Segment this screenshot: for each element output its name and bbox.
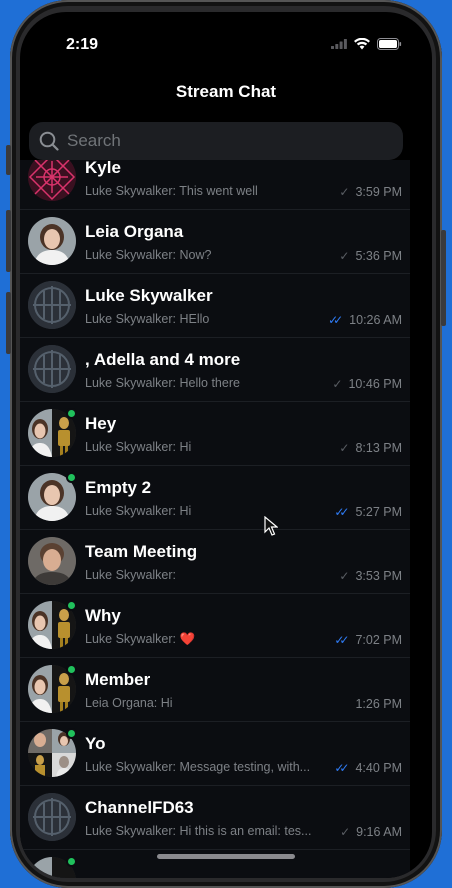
double-check-icon: ✓✓ [328,313,343,327]
leia-avatar [28,217,76,265]
channel-time: 10:26 AM [349,313,402,327]
single-check-icon: ✓ [339,441,350,455]
online-indicator [66,856,77,867]
channel-row-yo[interactable]: Yo Luke Skywalker: Message testing, with… [20,722,410,786]
channel-time: 3:59 PM [355,185,402,199]
channel-time: 5:27 PM [355,505,402,519]
channel-time: 8:13 PM [355,441,402,455]
channel-name: Kyle [85,160,121,177]
volume-down-button [6,292,11,354]
channel-list[interactable]: Kyle Luke Skywalker: This went well ✓ 3:… [20,160,410,878]
channel-preview: Leia Organa: Hi [85,696,173,710]
cellular-icon [331,39,347,49]
online-indicator [66,408,77,419]
channel-preview: Luke Skywalker: ❤️ [85,632,196,646]
channel-row-adella[interactable]: , Adella and 4 more Luke Skywalker: Hell… [20,338,410,402]
channel-name: ChannelFD63 [85,798,194,817]
home-indicator[interactable] [157,854,295,859]
channel-row-kyle[interactable]: Kyle Luke Skywalker: This went well ✓ 3:… [20,160,410,210]
wifi-icon [354,38,370,50]
channel-name: Luke Skywalker [85,286,213,305]
channel-meta: ✓ 10:46 PM [332,377,402,391]
channel-name: Why [85,606,121,625]
channel-time: 7:02 PM [355,633,402,647]
channel-name: Member [85,670,151,689]
channel-preview: Luke Skywalker: Now? [85,248,212,262]
search-icon [39,131,59,151]
single-check-icon: ✓ [339,185,350,199]
search-bar[interactable]: Search [29,122,403,160]
single-check-icon: ✓ [339,249,350,263]
han-avatar [28,537,76,585]
channel-row-channelfd63[interactable]: ChannelFD63 Luke Skywalker: Hi this is a… [20,786,410,850]
channel-time: 5:36 PM [355,249,402,263]
channel-name: Team Meeting [85,542,198,561]
double-check-icon: ✓✓ [334,633,349,647]
channel-meta: 1:26 PM [355,697,402,711]
single-check-icon: ✓ [332,377,343,391]
status-icons [331,38,402,50]
power-button [441,230,446,326]
channel-preview: Luke Skywalker: [85,568,177,582]
mute-switch [6,145,11,175]
channel-row-luke-skywalker[interactable]: Luke Skywalker Luke Skywalker: HEllo ✓✓ … [20,274,410,338]
pattern-avatar [28,160,76,201]
channel-row-leia-organa[interactable]: Leia Organa Luke Skywalker: Now? ✓ 5:36 … [20,210,410,274]
channel-preview: Luke Skywalker: Hi [85,440,192,454]
status-time: 2:19 [66,36,99,53]
channel-name: Hey [85,414,117,433]
channel-meta: ✓✓ 4:40 PM [334,761,402,775]
channel-preview: Luke Skywalker: Hi [85,504,192,518]
channel-row-team-meeting[interactable]: Team Meeting Luke Skywalker: ✓ 3:53 PM [20,530,410,594]
online-indicator [66,728,77,739]
channel-meta: ✓ 3:53 PM [339,569,402,583]
emblem-avatar [28,281,76,329]
mouse-cursor-icon [264,516,278,536]
channel-row-empty-2[interactable]: Empty 2 Luke Skywalker: Hi ✓✓ 5:27 PM [20,466,410,530]
channel-preview: Luke Skywalker: This went well [85,184,258,198]
nav-title: Stream Chat [175,82,277,101]
online-indicator [66,472,77,483]
volume-up-button [6,210,11,272]
channel-time: 9:16 AM [356,825,402,839]
channel-preview: Luke Skywalker: HEllo [85,312,210,326]
channel-preview: Luke Skywalker: Hello there [85,376,240,390]
app-screen: 2:19 Stream Chat Search Kyle Luke Skywal… [20,12,432,878]
channel-meta: ✓✓ 7:02 PM [334,633,402,647]
channel-meta: ✓ 9:16 AM [340,825,402,839]
channel-name: Leia Organa [85,222,184,241]
channel-row-hey[interactable]: Hey Luke Skywalker: Hi ✓ 8:13 PM [20,402,410,466]
channel-preview: Luke Skywalker: Hi this is an email: tes… [85,824,312,838]
emblem-avatar [28,793,76,841]
search-placeholder: Search [67,131,121,150]
online-indicator [66,600,77,611]
single-check-icon: ✓ [339,569,350,583]
channel-time: 4:40 PM [355,761,402,775]
status-bar: 2:19 [20,12,432,72]
single-check-icon: ✓ [340,825,351,839]
channel-row-why[interactable]: Why Luke Skywalker: ❤️ ✓✓ 7:02 PM [20,594,410,658]
channel-time: 10:46 PM [348,377,402,391]
channel-row-member[interactable]: Member Leia Organa: Hi 1:26 PM [20,658,410,722]
channel-meta: ✓ 5:36 PM [339,249,402,263]
channel-meta: ✓ 8:13 PM [339,441,402,455]
channel-meta: ✓ 3:59 PM [339,185,402,199]
double-check-icon: ✓✓ [334,761,349,775]
emblem-avatar [28,345,76,393]
channel-preview: Luke Skywalker: Message testing, with... [85,760,311,774]
double-check-icon: ✓✓ [334,505,349,519]
channel-name: Yo [85,734,106,753]
channel-time: 3:53 PM [355,569,402,583]
battery-icon [377,38,402,50]
online-indicator [66,664,77,675]
channel-name: Empty 2 [85,478,152,497]
channel-time: 1:26 PM [355,697,402,711]
channel-meta: ✓✓ 10:26 AM [328,313,402,327]
channel-name: , Adella and 4 more [85,350,241,369]
channel-meta: ✓✓ 5:27 PM [334,505,402,519]
